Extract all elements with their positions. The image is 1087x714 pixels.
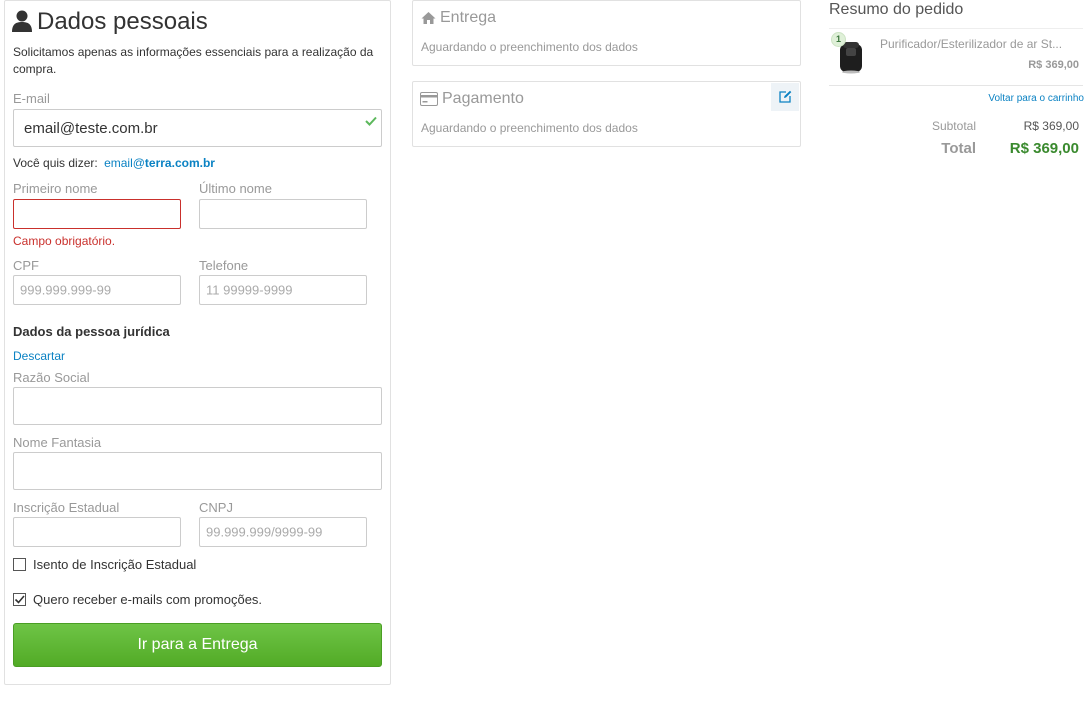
cart-item: 1 Purificador/Esterilizador de ar St... … [829,30,1083,86]
email-suggestion-link[interactable]: email@terra.com.br [104,156,215,170]
back-to-cart-link[interactable]: Voltar para o carrinho [988,93,1084,104]
payment-edit-button[interactable] [771,83,799,111]
credit-card-icon [420,92,438,111]
payment-title: Pagamento [442,90,524,107]
trade-name-field[interactable] [13,452,382,490]
email-label: E-mail [13,91,50,106]
phone-label: Telefone [199,258,249,273]
go-to-shipping-label: Ir para a Entrega [137,636,258,653]
total-label: Total [941,140,976,157]
corporate-name-field[interactable] [13,387,382,425]
phone-placeholder: 11 99999-9999 [206,282,293,298]
total-value: R$ 369,00 [1009,140,1079,157]
go-to-shipping-button[interactable]: Ir para a Entrega [13,623,382,667]
newsletter-checkbox[interactable] [13,593,26,606]
subtotal-label: Subtotal [931,119,976,133]
exempt-checkbox[interactable] [13,558,26,571]
corporate-name-label: Razão Social [13,370,90,385]
personal-data-panel: Dados pessoais Solicitamos apenas as inf… [4,0,391,685]
payment-panel: Pagamento Aguardando o preenchimento dos… [412,81,801,147]
cpf-label: CPF [13,258,39,273]
shipping-title: Entrega [440,9,497,26]
edit-icon [779,90,792,103]
page-title: Dados pessoais [37,8,208,35]
state-registration-label: Inscrição Estadual [13,500,120,515]
checkmark-icon [14,595,25,604]
order-summary: Resumo do pedido 1 Purificador/Esteriliz… [829,0,1085,170]
summary-divider [829,28,1083,29]
first-name-label: Primeiro nome [13,181,98,196]
last-name-field[interactable] [199,199,367,229]
discard-link[interactable]: Descartar [13,349,65,363]
check-icon [365,113,377,131]
email-value: email@teste.com.br [24,120,158,137]
payment-status: Aguardando o preenchimento dos dados [421,121,638,135]
email-field[interactable]: email@teste.com.br [13,109,382,147]
phone-field[interactable]: 11 99999-9999 [199,275,367,305]
intro-text: Solicitamos apenas as informações essenc… [13,45,374,76]
cnpj-label: CNPJ [199,500,233,515]
state-registration-field[interactable] [13,517,181,547]
company-heading: Dados da pessoa jurídica [13,324,170,339]
product-price: R$ 369,00 [1028,59,1079,71]
cnpj-field[interactable]: 99.999.999/9999-99 [199,517,367,547]
suggestion-prefix: Você quis dizer: [13,156,98,170]
email-suggestion: Você quis dizer: email@terra.com.br [13,156,215,170]
person-icon [12,10,32,32]
suggestion-local: email@ [104,156,145,170]
cpf-field[interactable]: 999.999.999-99 [13,275,181,305]
quantity-value: 1 [835,34,841,44]
last-name-label: Último nome [199,181,272,196]
suggestion-domain: terra.com.br [144,156,215,170]
cpf-placeholder: 999.999.999-99 [20,282,112,298]
subtotal-value: R$ 369,00 [1023,119,1079,133]
trade-name-label: Nome Fantasia [13,435,102,450]
home-icon [421,11,436,30]
cnpj-placeholder: 99.999.999/9999-99 [206,524,323,540]
first-name-field[interactable] [13,199,181,229]
quantity-badge: 1 [831,32,846,47]
newsletter-label: Quero receber e-mails com promoções. [33,592,263,607]
shipping-panel: Entrega Aguardando o preenchimento dos d… [412,0,801,66]
summary-title: Resumo do pedido [829,1,964,18]
product-name: Purificador/Esterilizador de ar St... [880,37,1063,51]
exempt-label: Isento de Inscrição Estadual [33,557,197,572]
first-name-error: Campo obrigatório. [13,234,116,248]
shipping-status: Aguardando o preenchimento dos dados [421,40,638,54]
